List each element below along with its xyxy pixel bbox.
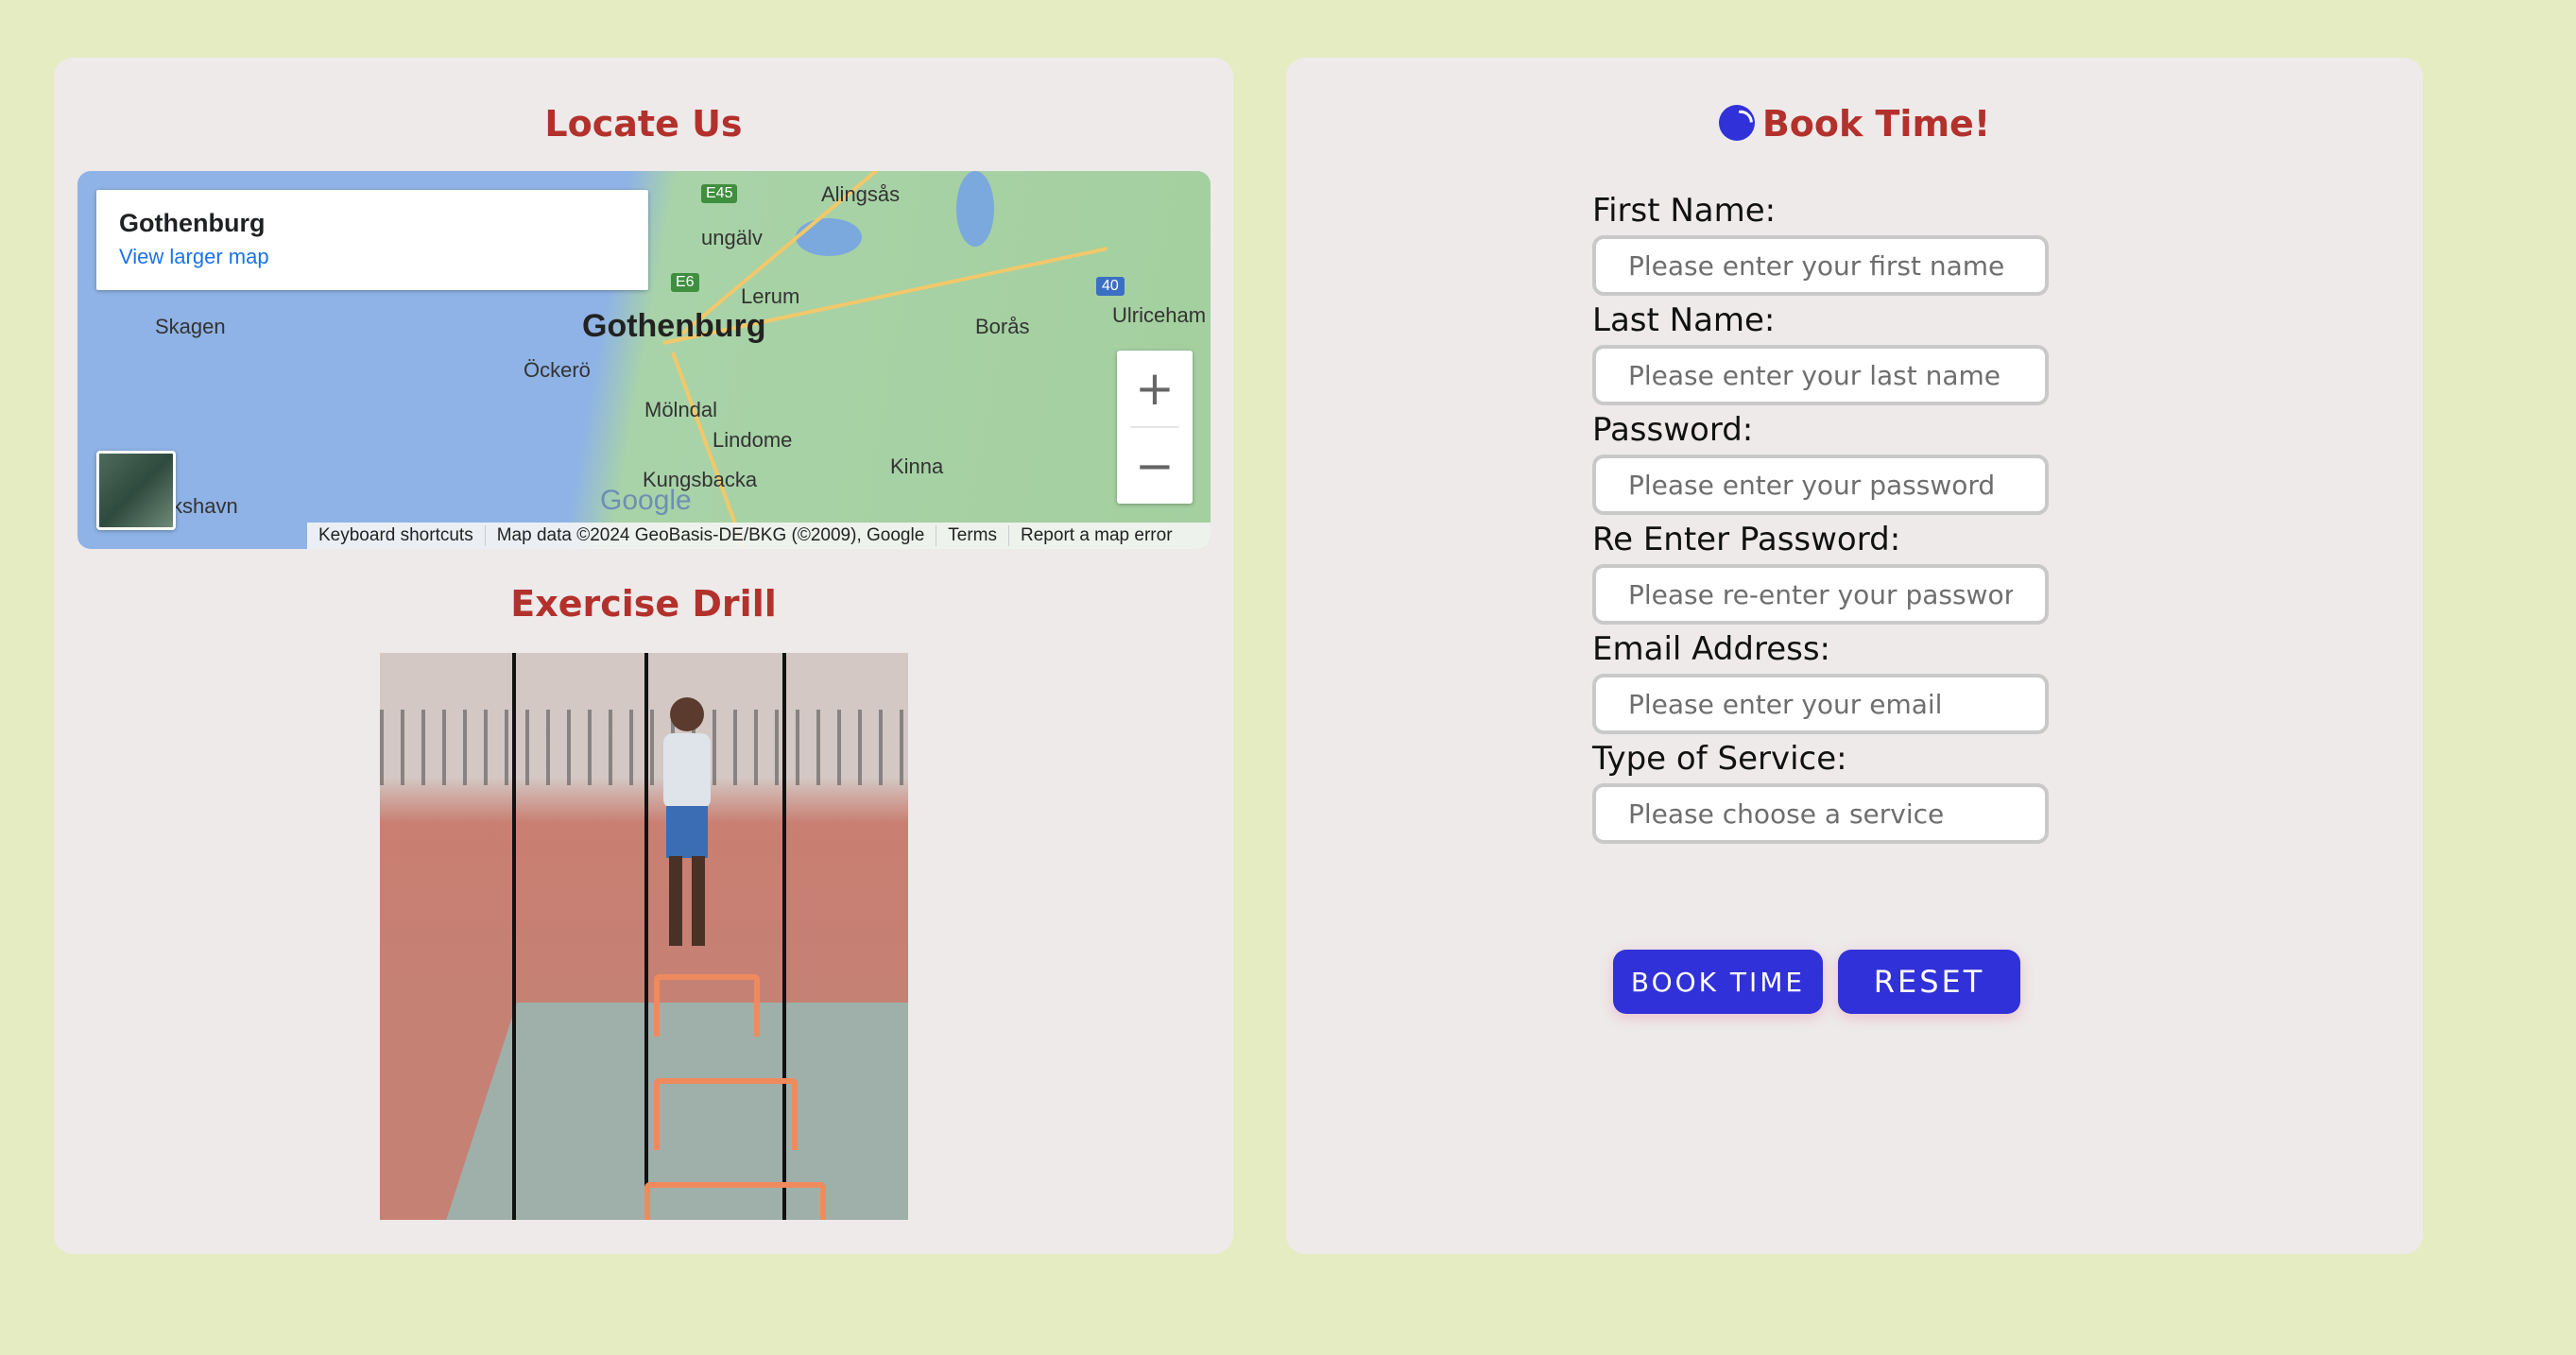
password-label: Password: — [1592, 411, 1754, 449]
view-larger-map-link[interactable]: View larger map — [119, 245, 269, 269]
map-info-box: Gothenburg View larger map — [96, 190, 648, 290]
map-label-boras: Borås — [975, 315, 1030, 338]
map-label-ulricehamn: Ulriceham — [1112, 303, 1207, 327]
email-label: Email Address: — [1592, 630, 1830, 668]
satellite-toggle[interactable] — [96, 451, 176, 530]
service-type-input[interactable] — [1592, 783, 2049, 844]
email-input[interactable] — [1592, 674, 2049, 734]
google-logo: Google — [600, 485, 692, 516]
drill-title: Exercise Drill — [510, 583, 777, 625]
zoom-controls: + − — [1117, 351, 1193, 504]
reenter-password-input[interactable] — [1592, 564, 2049, 625]
keyboard-shortcuts-link[interactable]: Keyboard shortcuts — [307, 525, 486, 546]
map-label-frederikshavn: kshavn — [172, 494, 238, 518]
map-lake — [956, 171, 994, 247]
report-map-error-link[interactable]: Report a map error — [1009, 525, 1184, 546]
last-name-label: Last Name: — [1592, 301, 1776, 339]
map-footer: Keyboard shortcuts Map data ©2024 GeoBas… — [307, 523, 1211, 549]
hurdle — [654, 974, 760, 1037]
booking-title-text: Book Time! — [1761, 103, 1991, 145]
map-label-kinna: Kinna — [890, 455, 944, 478]
athlete-figure — [663, 697, 711, 946]
hurdle — [654, 1078, 798, 1150]
locate-title: Locate Us — [544, 103, 743, 145]
map-label-ockero: Öckerö — [524, 358, 591, 382]
map-label-alingsas: Alingsås — [821, 182, 901, 206]
first-name-label: First Name: — [1592, 192, 1777, 230]
map-label-molndal: Mölndal — [644, 398, 718, 421]
zoom-in-button[interactable]: + — [1117, 351, 1193, 426]
map-place-name: Gothenburg — [119, 209, 266, 237]
zoom-out-button[interactable]: − — [1117, 428, 1193, 504]
booking-title: Book Time! — [1286, 103, 2423, 145]
video-line — [512, 653, 516, 1220]
map-lake — [796, 218, 862, 256]
book-time-button[interactable]: BOOK TIME — [1613, 950, 1823, 1014]
location-card: Locate Us Gothenburg View larger map ung… — [54, 58, 1233, 1254]
password-input[interactable] — [1592, 455, 2049, 515]
map-label-lindome: Lindome — [713, 428, 793, 452]
map-label-gothenburg: Gothenburg — [582, 308, 766, 344]
service-type-label: Type of Service: — [1592, 740, 1847, 778]
road-shield-40: 40 — [1096, 277, 1125, 296]
last-name-input[interactable] — [1592, 345, 2049, 405]
road-shield-e6: E6 — [671, 273, 699, 292]
booking-card: Book Time! First Name: Last Name: Passwo… — [1286, 58, 2423, 1254]
embedded-map[interactable]: Gothenburg View larger map ungälv Alings… — [77, 171, 1211, 549]
road-shield-e45: E45 — [701, 184, 738, 203]
first-name-input[interactable] — [1592, 235, 2049, 296]
tennis-ball-icon — [1718, 105, 1755, 141]
exercise-drill-video[interactable] — [380, 653, 908, 1220]
map-data-attribution: Map data ©2024 GeoBasis-DE/BKG (©2009), … — [486, 525, 937, 546]
map-label-skagen: Skagen — [155, 315, 226, 338]
map-label-lerum: Lerum — [741, 284, 800, 308]
hurdle — [644, 1182, 826, 1220]
reenter-password-label: Re Enter Password: — [1592, 521, 1901, 558]
terms-link[interactable]: Terms — [936, 525, 1010, 546]
reset-button[interactable]: RESET — [1838, 950, 2020, 1014]
map-label-kungalv: ungälv — [701, 226, 763, 249]
